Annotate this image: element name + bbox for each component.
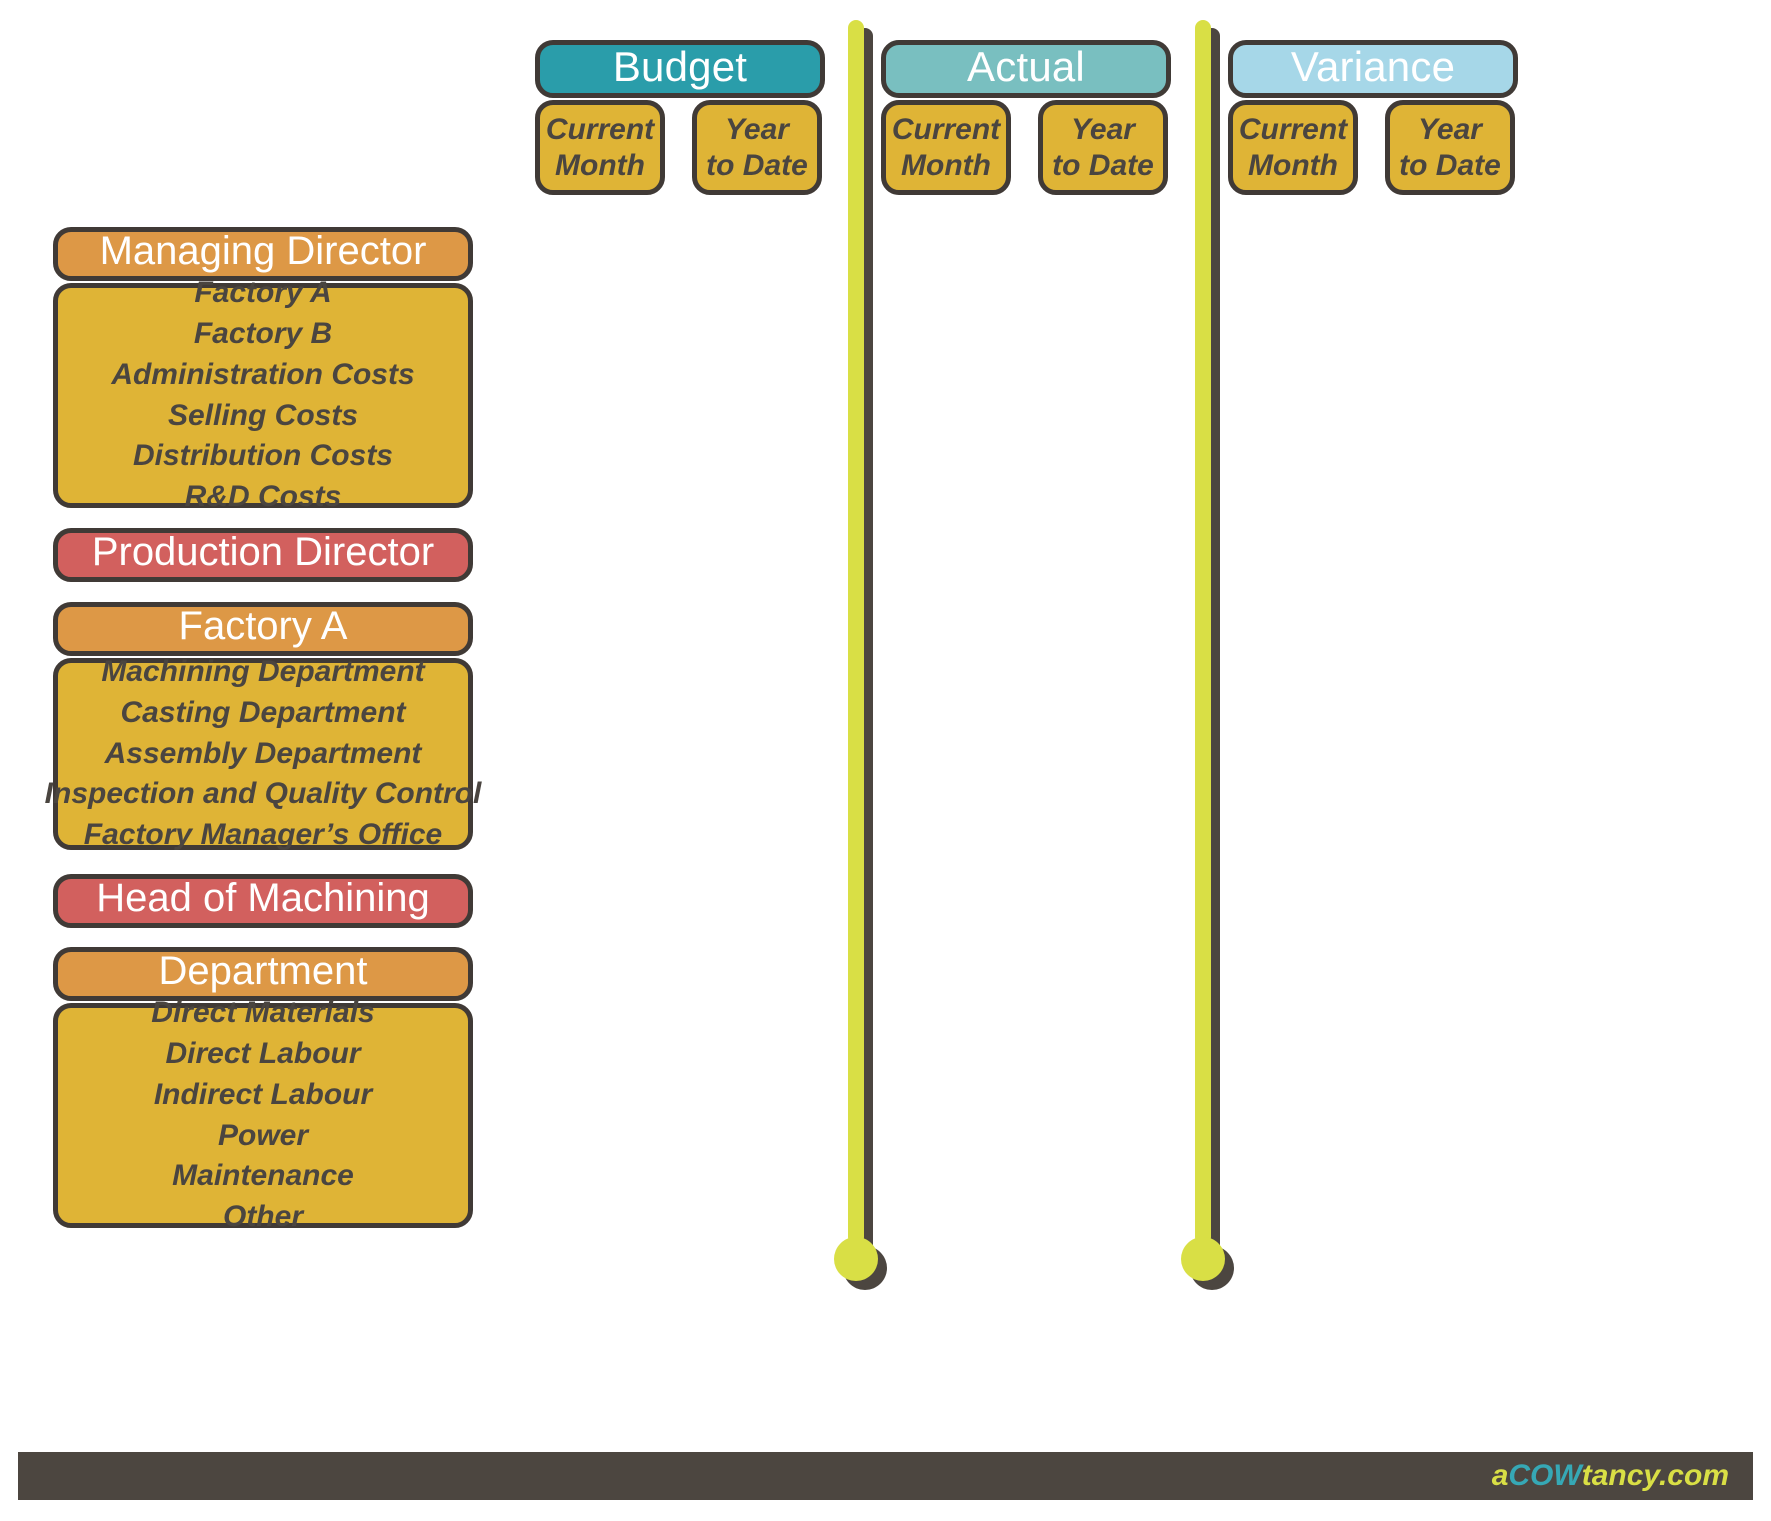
column-header-label: Budget	[612, 43, 748, 90]
subheader-line-2: to Date	[706, 148, 808, 182]
list-item: Maintenance	[172, 1159, 354, 1193]
list-item: Inspection and Quality Control	[44, 777, 482, 811]
pin-bulb-icon	[834, 1237, 878, 1281]
column-subheader-variance-current-month[interactable]: Current Month	[1228, 100, 1365, 202]
list-item: Direct Materials	[151, 996, 375, 1030]
site-logo[interactable]: aCOWtancy.com	[1492, 1459, 1729, 1493]
logo-part-a: a	[1491, 1459, 1509, 1492]
hierarchy-body-managing-director: Factory A Factory B Administration Costs…	[53, 276, 480, 515]
subheader-line-1: Current	[891, 113, 1001, 147]
list-item: Indirect Labour	[153, 1077, 373, 1111]
list-item: Other	[222, 1200, 303, 1234]
logo-part-tancy: tancy.com	[1581, 1459, 1729, 1492]
hierarchy-header-label: Production Director	[91, 530, 435, 574]
divider-pin-right	[1181, 20, 1234, 1290]
hierarchy-header-factory-a[interactable]: Factory A	[53, 602, 480, 663]
pin-stem	[1195, 20, 1211, 1245]
list-item: Administration Costs	[111, 357, 415, 391]
list-item: Selling Costs	[167, 398, 359, 432]
hierarchy-body-factory-a: Machining Department Casting Department …	[45, 655, 481, 857]
footer-bar: aCOWtancy.com	[18, 1452, 1753, 1500]
column-header-budget[interactable]: Budget	[535, 40, 832, 105]
column-header-actual[interactable]: Actual	[881, 40, 1178, 105]
list-item: Power	[217, 1118, 309, 1152]
subheader-line-2: Month	[901, 148, 991, 182]
column-subheader-actual-current-month[interactable]: Current Month	[881, 100, 1018, 202]
subheader-line-1: Current	[1238, 113, 1348, 147]
hierarchy-header-label: Head of Machining	[96, 876, 430, 920]
column-subheader-variance-year-to-date[interactable]: Year to Date	[1385, 100, 1522, 202]
list-item: Factory Manager’s Office	[83, 818, 443, 852]
list-item: R&D Costs	[184, 480, 342, 514]
column-subheader-budget-year-to-date[interactable]: Year to Date	[692, 100, 829, 202]
divider-pin-left	[834, 20, 887, 1290]
column-header-variance[interactable]: Variance	[1228, 40, 1525, 105]
hierarchy-header-label: Department	[158, 949, 368, 993]
column-header-label: Actual	[967, 43, 1085, 90]
list-item: Assembly Department	[104, 736, 422, 770]
list-item: Direct Labour	[165, 1036, 361, 1070]
hierarchy-header-label: Managing Director	[99, 229, 427, 273]
subheader-line-1: Current	[545, 113, 655, 147]
subheader-line-2: Month	[1248, 148, 1338, 182]
list-item: Distribution Costs	[133, 439, 393, 473]
column-header-label: Variance	[1290, 43, 1456, 90]
hierarchy-header-label: Factory A	[178, 604, 348, 648]
subheader-line-1: Year	[1071, 113, 1135, 147]
list-item: Factory A	[194, 276, 332, 310]
list-item: Machining Department	[101, 655, 425, 689]
subheader-line-2: to Date	[1052, 148, 1154, 182]
logo-part-cow: COW	[1508, 1459, 1582, 1492]
column-subheader-budget-current-month[interactable]: Current Month	[535, 100, 672, 202]
hierarchy-body-department: Direct Materials Direct Labour Indirect …	[53, 996, 480, 1235]
pin-stem	[848, 20, 864, 1245]
subheader-line-2: to Date	[1399, 148, 1501, 182]
subheader-line-1: Year	[725, 113, 789, 147]
list-item: Factory B	[193, 316, 333, 350]
hierarchy-header-production-director[interactable]: Production Director	[53, 528, 480, 589]
hierarchy-header-head-of-machining[interactable]: Head of Machining	[53, 874, 480, 935]
pin-bulb-icon	[1181, 1237, 1225, 1281]
subheader-line-2: Month	[555, 148, 645, 182]
column-subheader-actual-year-to-date[interactable]: Year to Date	[1038, 100, 1175, 202]
list-item: Casting Department	[120, 695, 406, 729]
subheader-line-1: Year	[1418, 113, 1482, 147]
